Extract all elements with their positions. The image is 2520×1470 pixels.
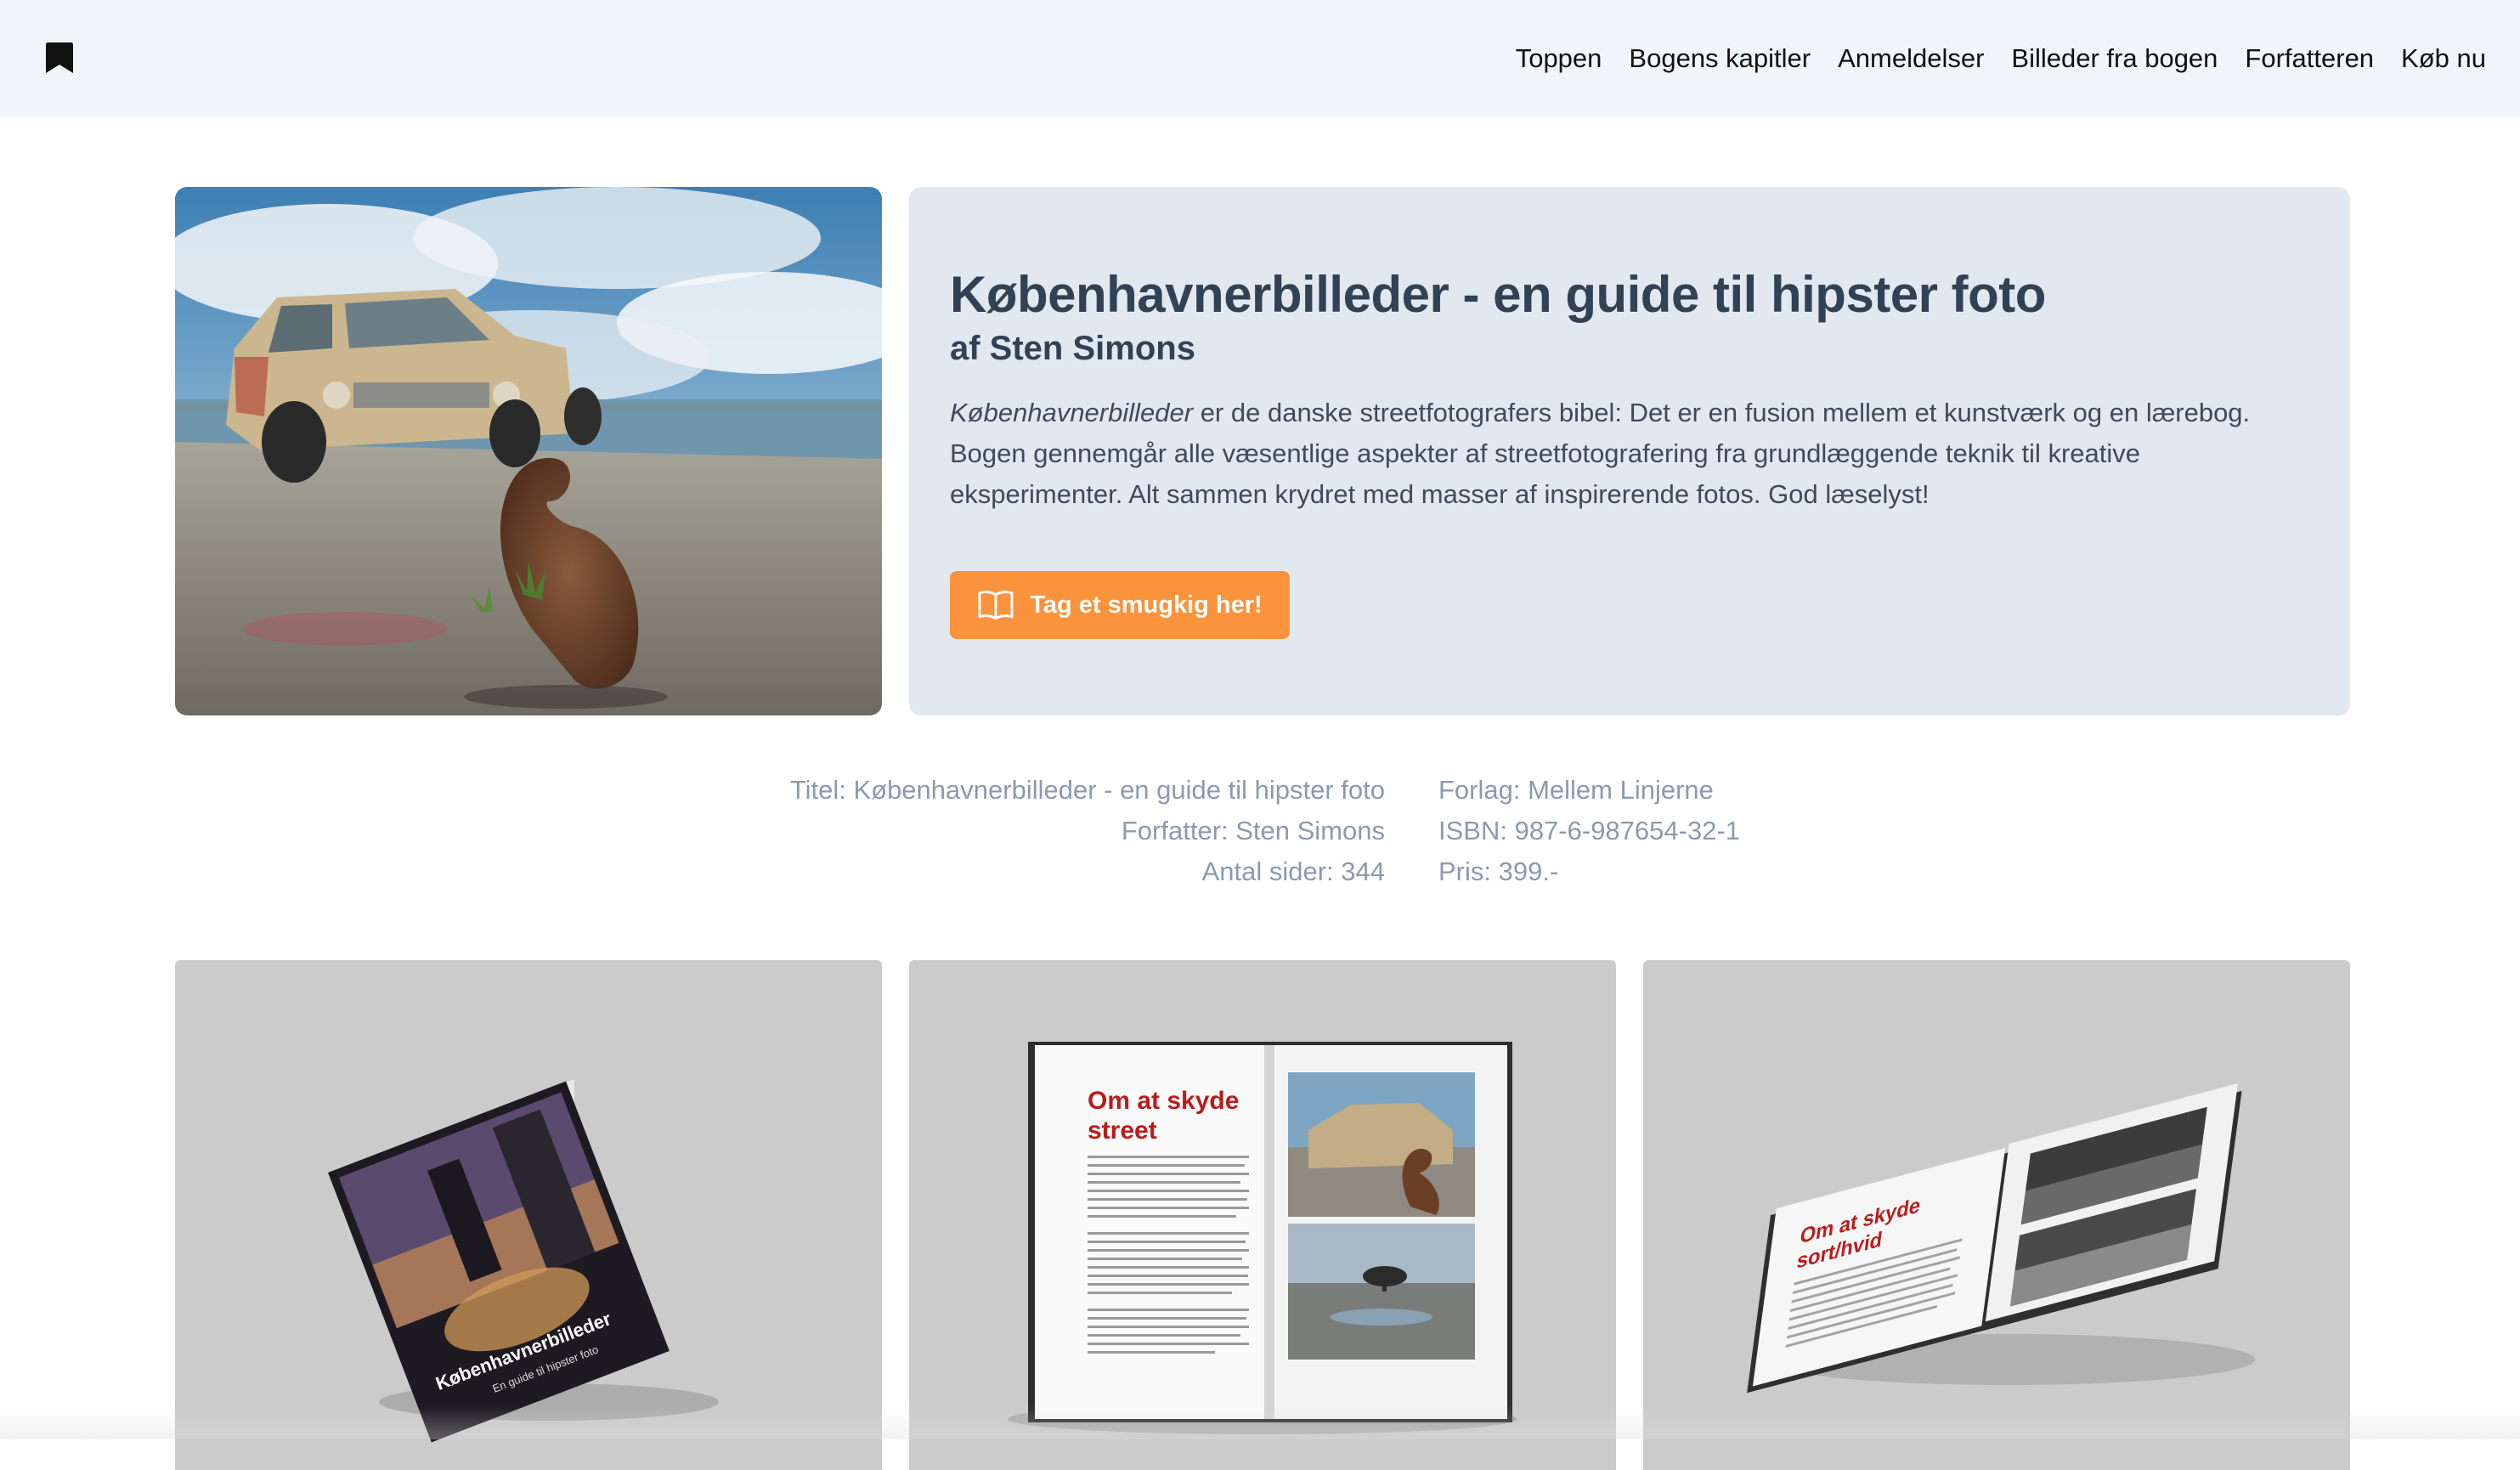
detail-pages: Antal sider: 344 (1201, 857, 1385, 886)
sneak-peek-button-label: Tag et smugkig her! (1030, 591, 1263, 619)
book-description-emphasis: Københavnerbilleder (950, 398, 1194, 427)
bookmark-icon[interactable] (44, 41, 75, 75)
detail-publisher: Forlag: Mellem Linjerne (1438, 775, 1714, 805)
nav-item-anmeldelser[interactable]: Anmeldelser (1838, 37, 1984, 80)
gallery-image-book-cover[interactable]: Københavnerbilleder En guide til hipster… (175, 960, 882, 1470)
detail-price: Pris: 399.- (1438, 857, 1559, 886)
detail-title: Titel: Københavnerbilleder - en guide ti… (789, 775, 1385, 805)
nav-item-toppen[interactable]: Toppen (1516, 37, 1602, 80)
gallery-image-open-spread[interactable]: Om at skyde street (909, 960, 1616, 1470)
book-details-left: Titel: Københavnerbilleder - en guide ti… (790, 770, 1385, 892)
main-nav: Toppen Bogens kapitler Anmeldelser Bille… (1516, 37, 2486, 80)
spread-heading-line-2: street (1088, 1117, 1157, 1145)
book-author-subtitle: af Sten Simons (950, 330, 1195, 367)
top-navigation-bar: Toppen Bogens kapitler Anmeldelser Bille… (0, 0, 2520, 117)
book-title: Københavnerbilleder - en guide til hipst… (950, 266, 2046, 323)
detail-author: Forfatter: Sten Simons (1121, 816, 1385, 845)
hero-card: Københavnerbilleder - en guide til hipst… (909, 187, 2350, 715)
hero-photo-rusty-car (175, 187, 882, 715)
book-details-right: Forlag: Mellem Linjerne ISBN: 987-6-9876… (1438, 770, 1740, 892)
nav-item-billeder-fra-bogen[interactable]: Billeder fra bogen (2011, 37, 2218, 80)
nav-item-forfatteren[interactable]: Forfatteren (2245, 37, 2374, 80)
spread-heading-line-1: Om at skyde (1088, 1087, 1239, 1115)
book-description: Københavnerbilleder er de danske streetf… (950, 393, 2275, 515)
sneak-peek-button[interactable]: Tag et smugkig her! (950, 571, 1290, 639)
nav-item-koeb-nu[interactable]: Køb nu (2401, 37, 2486, 80)
open-book-icon (978, 591, 1014, 620)
gallery-image-angled-spread[interactable]: Om at skyde sort/hvid (1643, 960, 2350, 1470)
detail-isbn: ISBN: 987-6-987654-32-1 (1438, 816, 1741, 845)
nav-item-bogens-kapitler[interactable]: Bogens kapitler (1629, 37, 1811, 80)
